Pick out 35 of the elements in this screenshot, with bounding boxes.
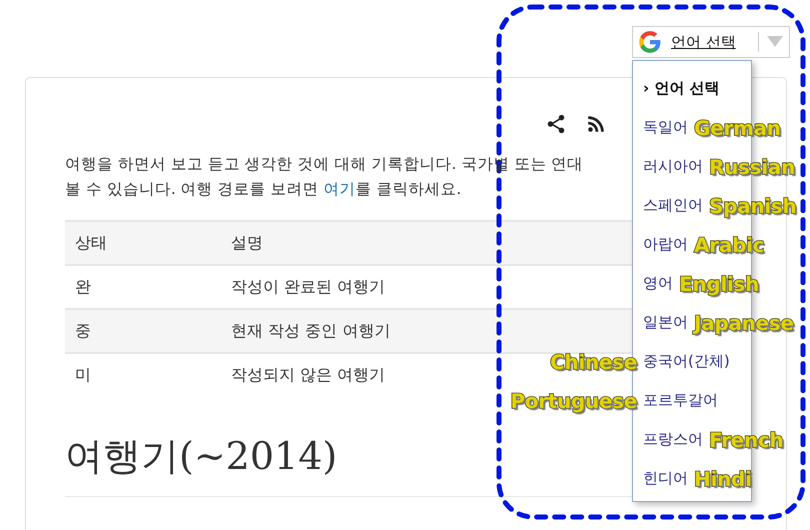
annotation-label: French xyxy=(709,428,784,452)
here-link[interactable]: 여기 xyxy=(324,180,356,198)
annotation-label: Portuguese xyxy=(510,388,637,412)
share-icon[interactable] xyxy=(545,113,567,135)
language-option[interactable]: 힌디어 xyxy=(643,469,688,488)
language-option[interactable]: 포르투갈어 xyxy=(643,391,718,410)
language-option[interactable]: 러시아어 xyxy=(643,157,703,176)
section-heading: 여행기(~2014) xyxy=(65,433,338,480)
table-cell: 미 xyxy=(75,365,91,384)
language-option[interactable]: 스페인어 xyxy=(643,196,703,215)
column-header: 상태 xyxy=(65,221,221,265)
rss-icon[interactable] xyxy=(585,113,607,135)
table-cell: 중 xyxy=(75,320,91,340)
annotation-label: Spanish xyxy=(709,194,796,218)
language-option[interactable]: 중국어(간체) xyxy=(643,352,730,371)
dropdown-arrow-icon xyxy=(767,36,783,48)
language-option[interactable]: 일본어 xyxy=(643,313,688,332)
language-option[interactable]: 독일어 xyxy=(643,118,688,137)
table-cell: 작성되지 않은 여행기 xyxy=(231,365,386,384)
language-option[interactable]: 아랍어 xyxy=(643,235,688,254)
table-cell: 완 xyxy=(75,276,91,296)
annotation-label: German xyxy=(694,116,781,140)
annotation-label: Russian xyxy=(709,154,795,178)
table-cell: 작성이 완료된 여행기 xyxy=(231,276,386,296)
language-option[interactable]: 영어 xyxy=(643,274,673,293)
language-select[interactable]: 언어 선택 xyxy=(632,26,790,58)
language-option[interactable]: 프랑스어 xyxy=(643,430,703,449)
menu-heading: › 언어 선택 xyxy=(643,79,720,98)
annotation-label: Chinese xyxy=(550,350,637,374)
annotation-label: Arabic xyxy=(694,232,764,256)
annotation-label: Hindi xyxy=(694,466,752,490)
table-cell: 현재 작성 중인 여행기 xyxy=(231,320,390,340)
annotation-label: English xyxy=(679,272,759,296)
google-logo-icon xyxy=(637,29,663,55)
annotation-label: Japanese xyxy=(694,310,794,334)
